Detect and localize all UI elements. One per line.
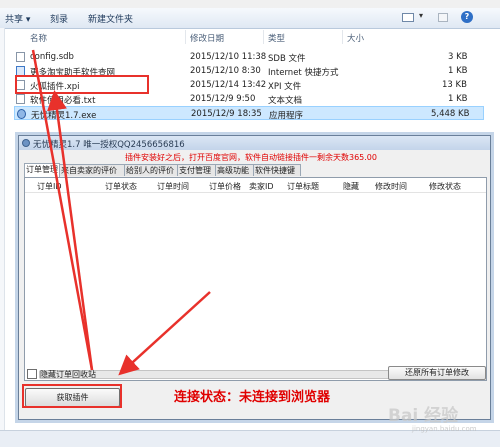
watermark-url: jingyan.baidu.com <box>412 425 477 433</box>
arrow-line <box>31 49 94 371</box>
arrow-to-checkbox <box>118 291 211 376</box>
arrow-to-xpi <box>47 90 94 371</box>
annotation-arrows <box>31 49 211 376</box>
watermark: Bai 经验 <box>388 406 459 426</box>
